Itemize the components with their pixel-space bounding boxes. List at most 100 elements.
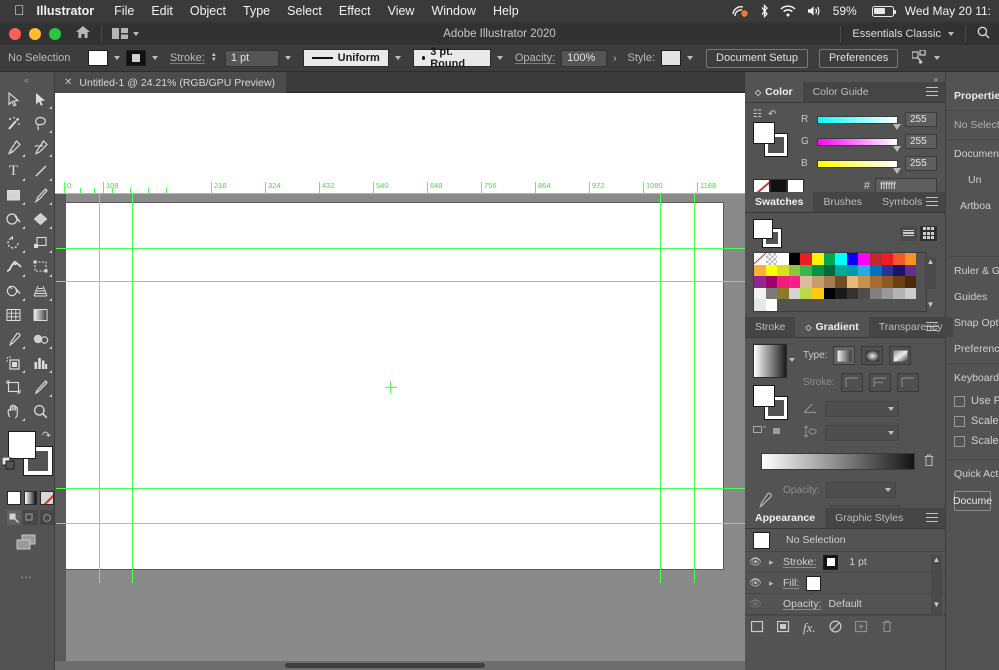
- appearance-stroke-row[interactable]: 👁 ▸ Stroke: 1 pt: [745, 552, 945, 573]
- brush-definition-dropdown[interactable]: 3 pt. Round: [413, 49, 491, 67]
- chevron-down-icon[interactable]: [934, 56, 940, 60]
- perspective-grid-tool[interactable]: [27, 279, 54, 303]
- swatch-cell[interactable]: [789, 253, 801, 265]
- battery-icon[interactable]: [872, 6, 894, 17]
- swatch-cell[interactable]: [870, 276, 882, 288]
- properties-document-setup-button[interactable]: Docume: [954, 491, 991, 511]
- wifi-icon[interactable]: [780, 5, 796, 17]
- slider-knob[interactable]: [893, 168, 901, 174]
- chevron-down-icon[interactable]: [948, 32, 954, 36]
- maximize-window-button[interactable]: [49, 28, 61, 40]
- swatch-cell[interactable]: [835, 265, 847, 277]
- swatch-cell[interactable]: [858, 288, 870, 300]
- tab-gradient[interactable]: ◇ Gradient: [795, 317, 868, 337]
- swatch-cell[interactable]: [870, 288, 882, 300]
- swatch-cell[interactable]: [893, 253, 905, 265]
- fill-mini-swatch[interactable]: [753, 385, 775, 407]
- swatch-cell[interactable]: [824, 288, 836, 300]
- swatch-cell[interactable]: [858, 276, 870, 288]
- bluetooth-icon[interactable]: [760, 4, 769, 18]
- opacity-input[interactable]: 100%: [561, 50, 607, 67]
- fill-row-label[interactable]: Fill:: [783, 577, 799, 589]
- appearance-fill-row[interactable]: 👁 ▸ Fill:: [745, 573, 945, 594]
- tab-symbols[interactable]: Symbols: [872, 192, 932, 212]
- tab-color-guide[interactable]: Color Guide: [803, 82, 879, 102]
- properties-ruler-grid-label[interactable]: Ruler & Gri: [946, 258, 999, 284]
- gradient-fill-stroke[interactable]: [753, 385, 787, 419]
- width-tool[interactable]: [0, 255, 27, 279]
- zoom-tool[interactable]: [27, 399, 54, 423]
- guide-vertical[interactable]: [99, 193, 100, 583]
- control-center-icon[interactable]: [732, 5, 749, 18]
- artboard-tool[interactable]: [0, 375, 27, 399]
- tab-appearance[interactable]: Appearance: [745, 508, 825, 528]
- panel-menu-icon[interactable]: [926, 322, 938, 334]
- menu-object[interactable]: Object: [190, 4, 226, 18]
- paintbrush-tool[interactable]: [27, 183, 54, 207]
- horizontal-ruler[interactable]: 0 108 216 324 432 540 648 756 864 972: [55, 182, 745, 194]
- menu-effect[interactable]: Effect: [339, 4, 371, 18]
- tab-transparency[interactable]: Transparency: [869, 317, 953, 337]
- clock[interactable]: Wed May 20 11:: [905, 4, 991, 18]
- shape-builder-tool[interactable]: [0, 279, 27, 303]
- swatch-cell[interactable]: [800, 253, 812, 265]
- swatch-cell[interactable]: [835, 253, 847, 265]
- guide-horizontal[interactable]: [56, 523, 745, 524]
- fill-mini-swatch[interactable]: [753, 122, 775, 144]
- swatch-cell[interactable]: [824, 265, 836, 277]
- window-controls[interactable]: [9, 28, 61, 40]
- menu-window[interactable]: Window: [431, 4, 475, 18]
- chevron-down-icon[interactable]: [152, 56, 158, 60]
- swatch-cell[interactable]: [812, 288, 824, 300]
- blend-tool[interactable]: [27, 327, 54, 351]
- appearance-target-row[interactable]: No Selection: [745, 529, 945, 552]
- color-revert-icon[interactable]: ↶: [768, 109, 776, 120]
- swatch-cell[interactable]: [835, 288, 847, 300]
- color-mode-button[interactable]: [7, 491, 21, 505]
- guide-horizontal[interactable]: [56, 281, 745, 282]
- panel-menu-icon[interactable]: [926, 197, 938, 209]
- visibility-eye-icon[interactable]: 👁: [749, 557, 762, 568]
- swatch-cell[interactable]: [905, 265, 917, 277]
- blue-slider[interactable]: [817, 160, 898, 168]
- hand-tool[interactable]: [0, 399, 27, 423]
- swatch-cell[interactable]: [777, 288, 789, 300]
- stroke-profile-dropdown[interactable]: Uniform: [303, 49, 389, 67]
- select-similar-objects-icon[interactable]: [912, 50, 928, 67]
- pen-tool[interactable]: [0, 135, 27, 159]
- delete-stop-icon[interactable]: [923, 454, 935, 470]
- canvas-area[interactable]: 0 108 216 324 432 540 648 756 864 972: [55, 93, 745, 670]
- delete-item-icon[interactable]: [881, 620, 893, 636]
- swatch-cell[interactable]: [789, 288, 801, 300]
- stroke-row-label[interactable]: Stroke:: [783, 556, 816, 568]
- swatches-scrollbar[interactable]: ▲▼: [925, 257, 936, 289]
- edit-toolbar-button[interactable]: …: [0, 553, 54, 581]
- gradient-preview[interactable]: [753, 344, 787, 378]
- opacity-row-label[interactable]: Opacity:: [783, 598, 822, 610]
- swatch-cell[interactable]: [870, 253, 882, 265]
- tab-brushes[interactable]: Brushes: [813, 192, 872, 212]
- home-icon[interactable]: [75, 25, 91, 42]
- swatch-cell[interactable]: [754, 299, 766, 311]
- stroke-within-button[interactable]: [841, 373, 863, 392]
- gradient-aspect-input[interactable]: [825, 425, 899, 441]
- gradient-stroke-button[interactable]: [771, 426, 786, 440]
- selection-tool[interactable]: [0, 87, 27, 111]
- properties-artboards-label[interactable]: Artboa: [946, 193, 999, 219]
- menu-app-illustrator[interactable]: Illustrator: [37, 4, 95, 18]
- chevron-down-icon[interactable]: [285, 56, 291, 60]
- menu-type[interactable]: Type: [243, 4, 270, 18]
- guide-vertical[interactable]: [660, 193, 661, 583]
- swatch-cell[interactable]: [858, 253, 870, 265]
- visibility-eye-icon[interactable]: 👁: [749, 578, 762, 589]
- properties-checkbox-use-preview[interactable]: Use Pre: [946, 391, 999, 411]
- properties-checkbox-scale-corners[interactable]: Scale C: [946, 411, 999, 431]
- scale-tool[interactable]: [27, 231, 54, 255]
- swatch-cell[interactable]: [870, 265, 882, 277]
- opacity-expand-icon[interactable]: ›: [613, 53, 616, 64]
- menu-edit[interactable]: Edit: [151, 4, 173, 18]
- arrange-documents-button[interactable]: [112, 28, 139, 40]
- checkbox[interactable]: [954, 436, 965, 447]
- fill-color-box[interactable]: [8, 431, 36, 459]
- lasso-tool[interactable]: [27, 111, 54, 135]
